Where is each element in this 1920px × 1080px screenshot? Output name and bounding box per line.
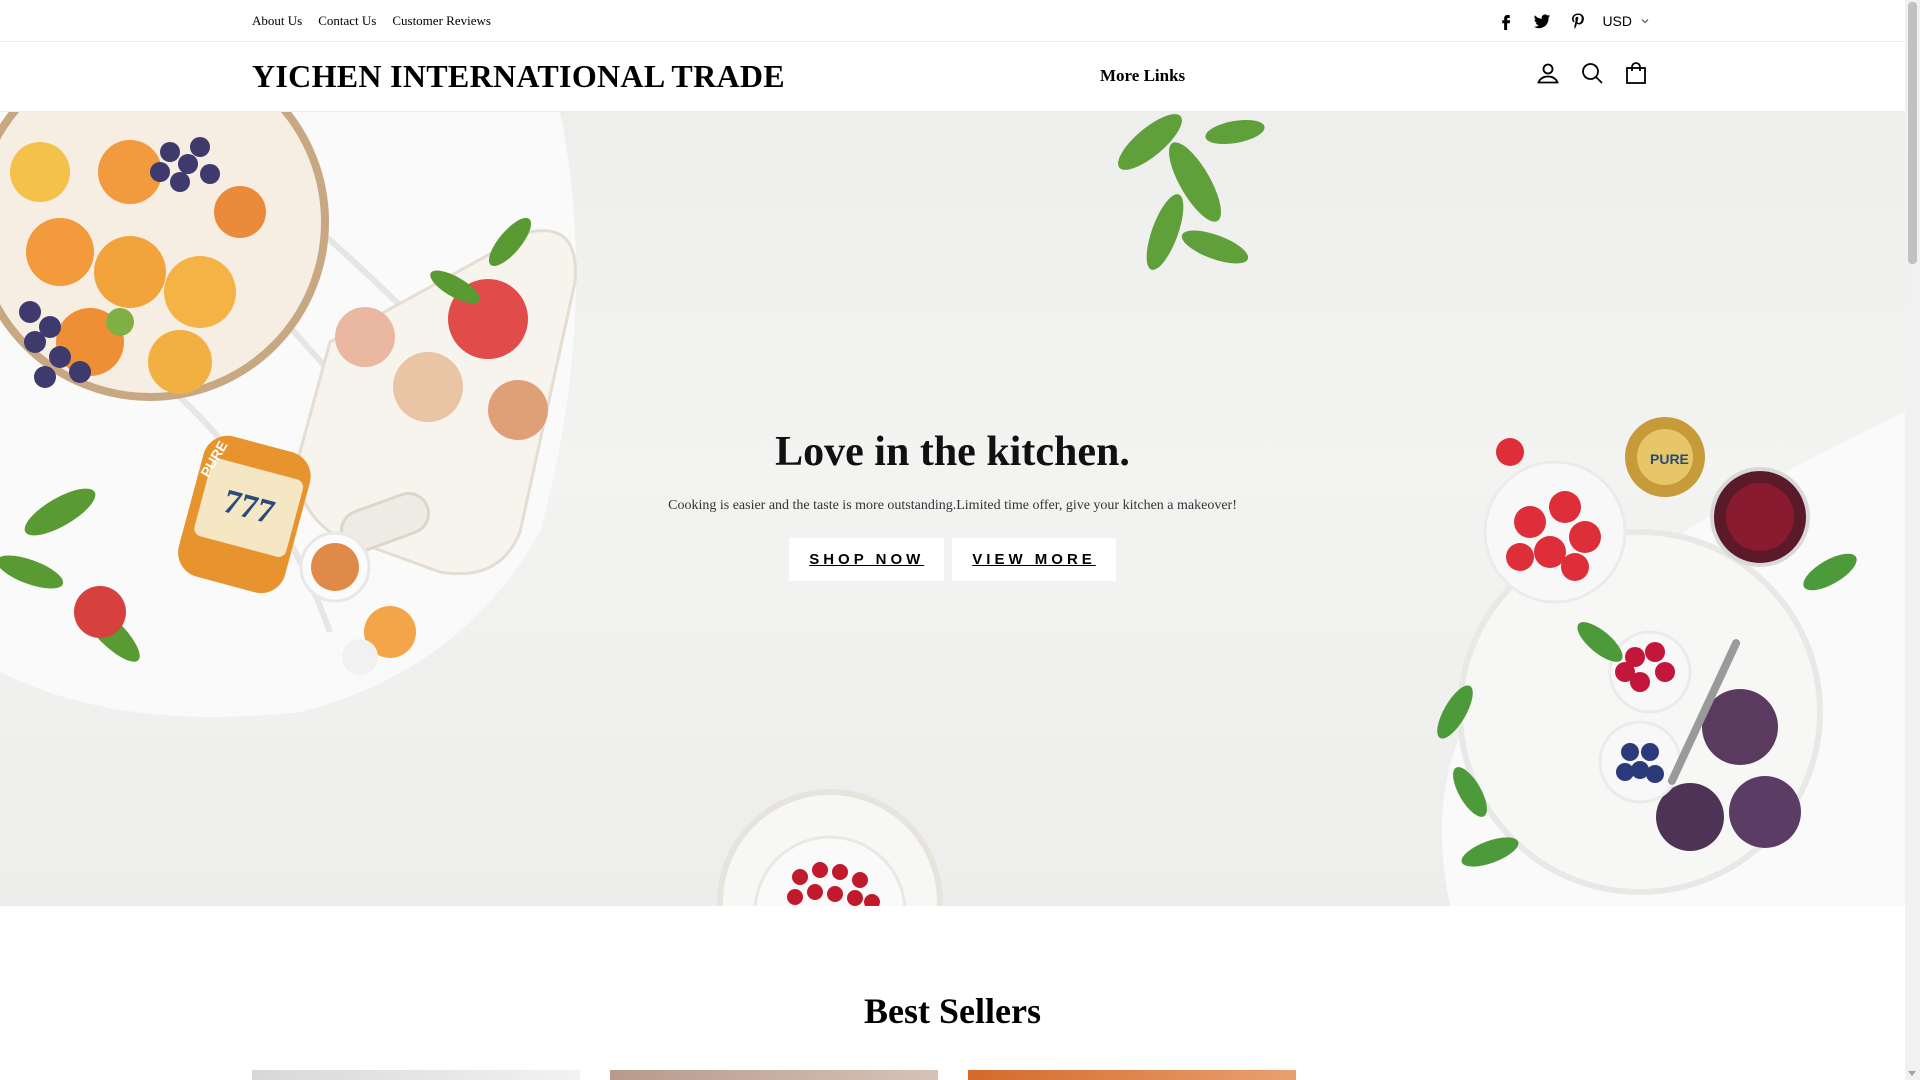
- site-header: YICHEN INTERNATIONAL TRADE More Links: [0, 42, 1905, 112]
- shop-now-button[interactable]: SHOP NOW: [789, 538, 945, 581]
- utility-right: USD: [1488, 0, 1650, 42]
- scroll-down-icon[interactable]: [1908, 1071, 1916, 1076]
- page-scrollbar[interactable]: [1905, 0, 1920, 1080]
- facebook-icon[interactable]: [1488, 0, 1524, 42]
- currency-value: USD: [1602, 13, 1632, 29]
- best-sellers-title: Best Sellers: [864, 991, 1041, 1031]
- product-card[interactable]: [252, 1070, 580, 1080]
- header-icons: [1534, 59, 1650, 87]
- product-card[interactable]: [968, 1070, 1296, 1080]
- site-logo[interactable]: YICHEN INTERNATIONAL TRADE: [252, 58, 785, 95]
- hero-content: Love in the kitchen. Cooking is easier a…: [0, 428, 1905, 581]
- hero-buttons: SHOP NOW VIEW MORE: [0, 538, 1905, 581]
- cart-icon[interactable]: [1622, 59, 1650, 87]
- account-icon[interactable]: [1534, 59, 1562, 87]
- product-card[interactable]: [610, 1070, 938, 1080]
- nav-more-links[interactable]: More Links: [1100, 66, 1185, 86]
- scrollbar-thumb[interactable]: [1908, 2, 1917, 264]
- pinterest-icon[interactable]: [1560, 0, 1596, 42]
- customer-reviews-link[interactable]: Customer Reviews: [392, 13, 491, 29]
- about-us-link[interactable]: About Us: [252, 13, 302, 29]
- hero-title: Love in the kitchen.: [775, 429, 1130, 475]
- utility-nav: About Us Contact Us Customer Reviews: [252, 0, 507, 42]
- hero-subtitle: Cooking is easier and the taste is more …: [668, 498, 1237, 513]
- contact-us-link[interactable]: Contact Us: [318, 13, 376, 29]
- product-grid: [252, 1070, 1296, 1080]
- view-more-button[interactable]: VIEW MORE: [952, 538, 1116, 581]
- chevron-down-icon: [1641, 19, 1649, 24]
- currency-selector[interactable]: USD: [1602, 13, 1650, 29]
- search-icon[interactable]: [1578, 59, 1606, 87]
- twitter-icon[interactable]: [1524, 0, 1560, 42]
- hero-banner: 777 PURE PURE Love in the kitchen. Cooki…: [0, 112, 1905, 906]
- utility-bar: About Us Contact Us Customer Reviews USD: [0, 0, 1905, 42]
